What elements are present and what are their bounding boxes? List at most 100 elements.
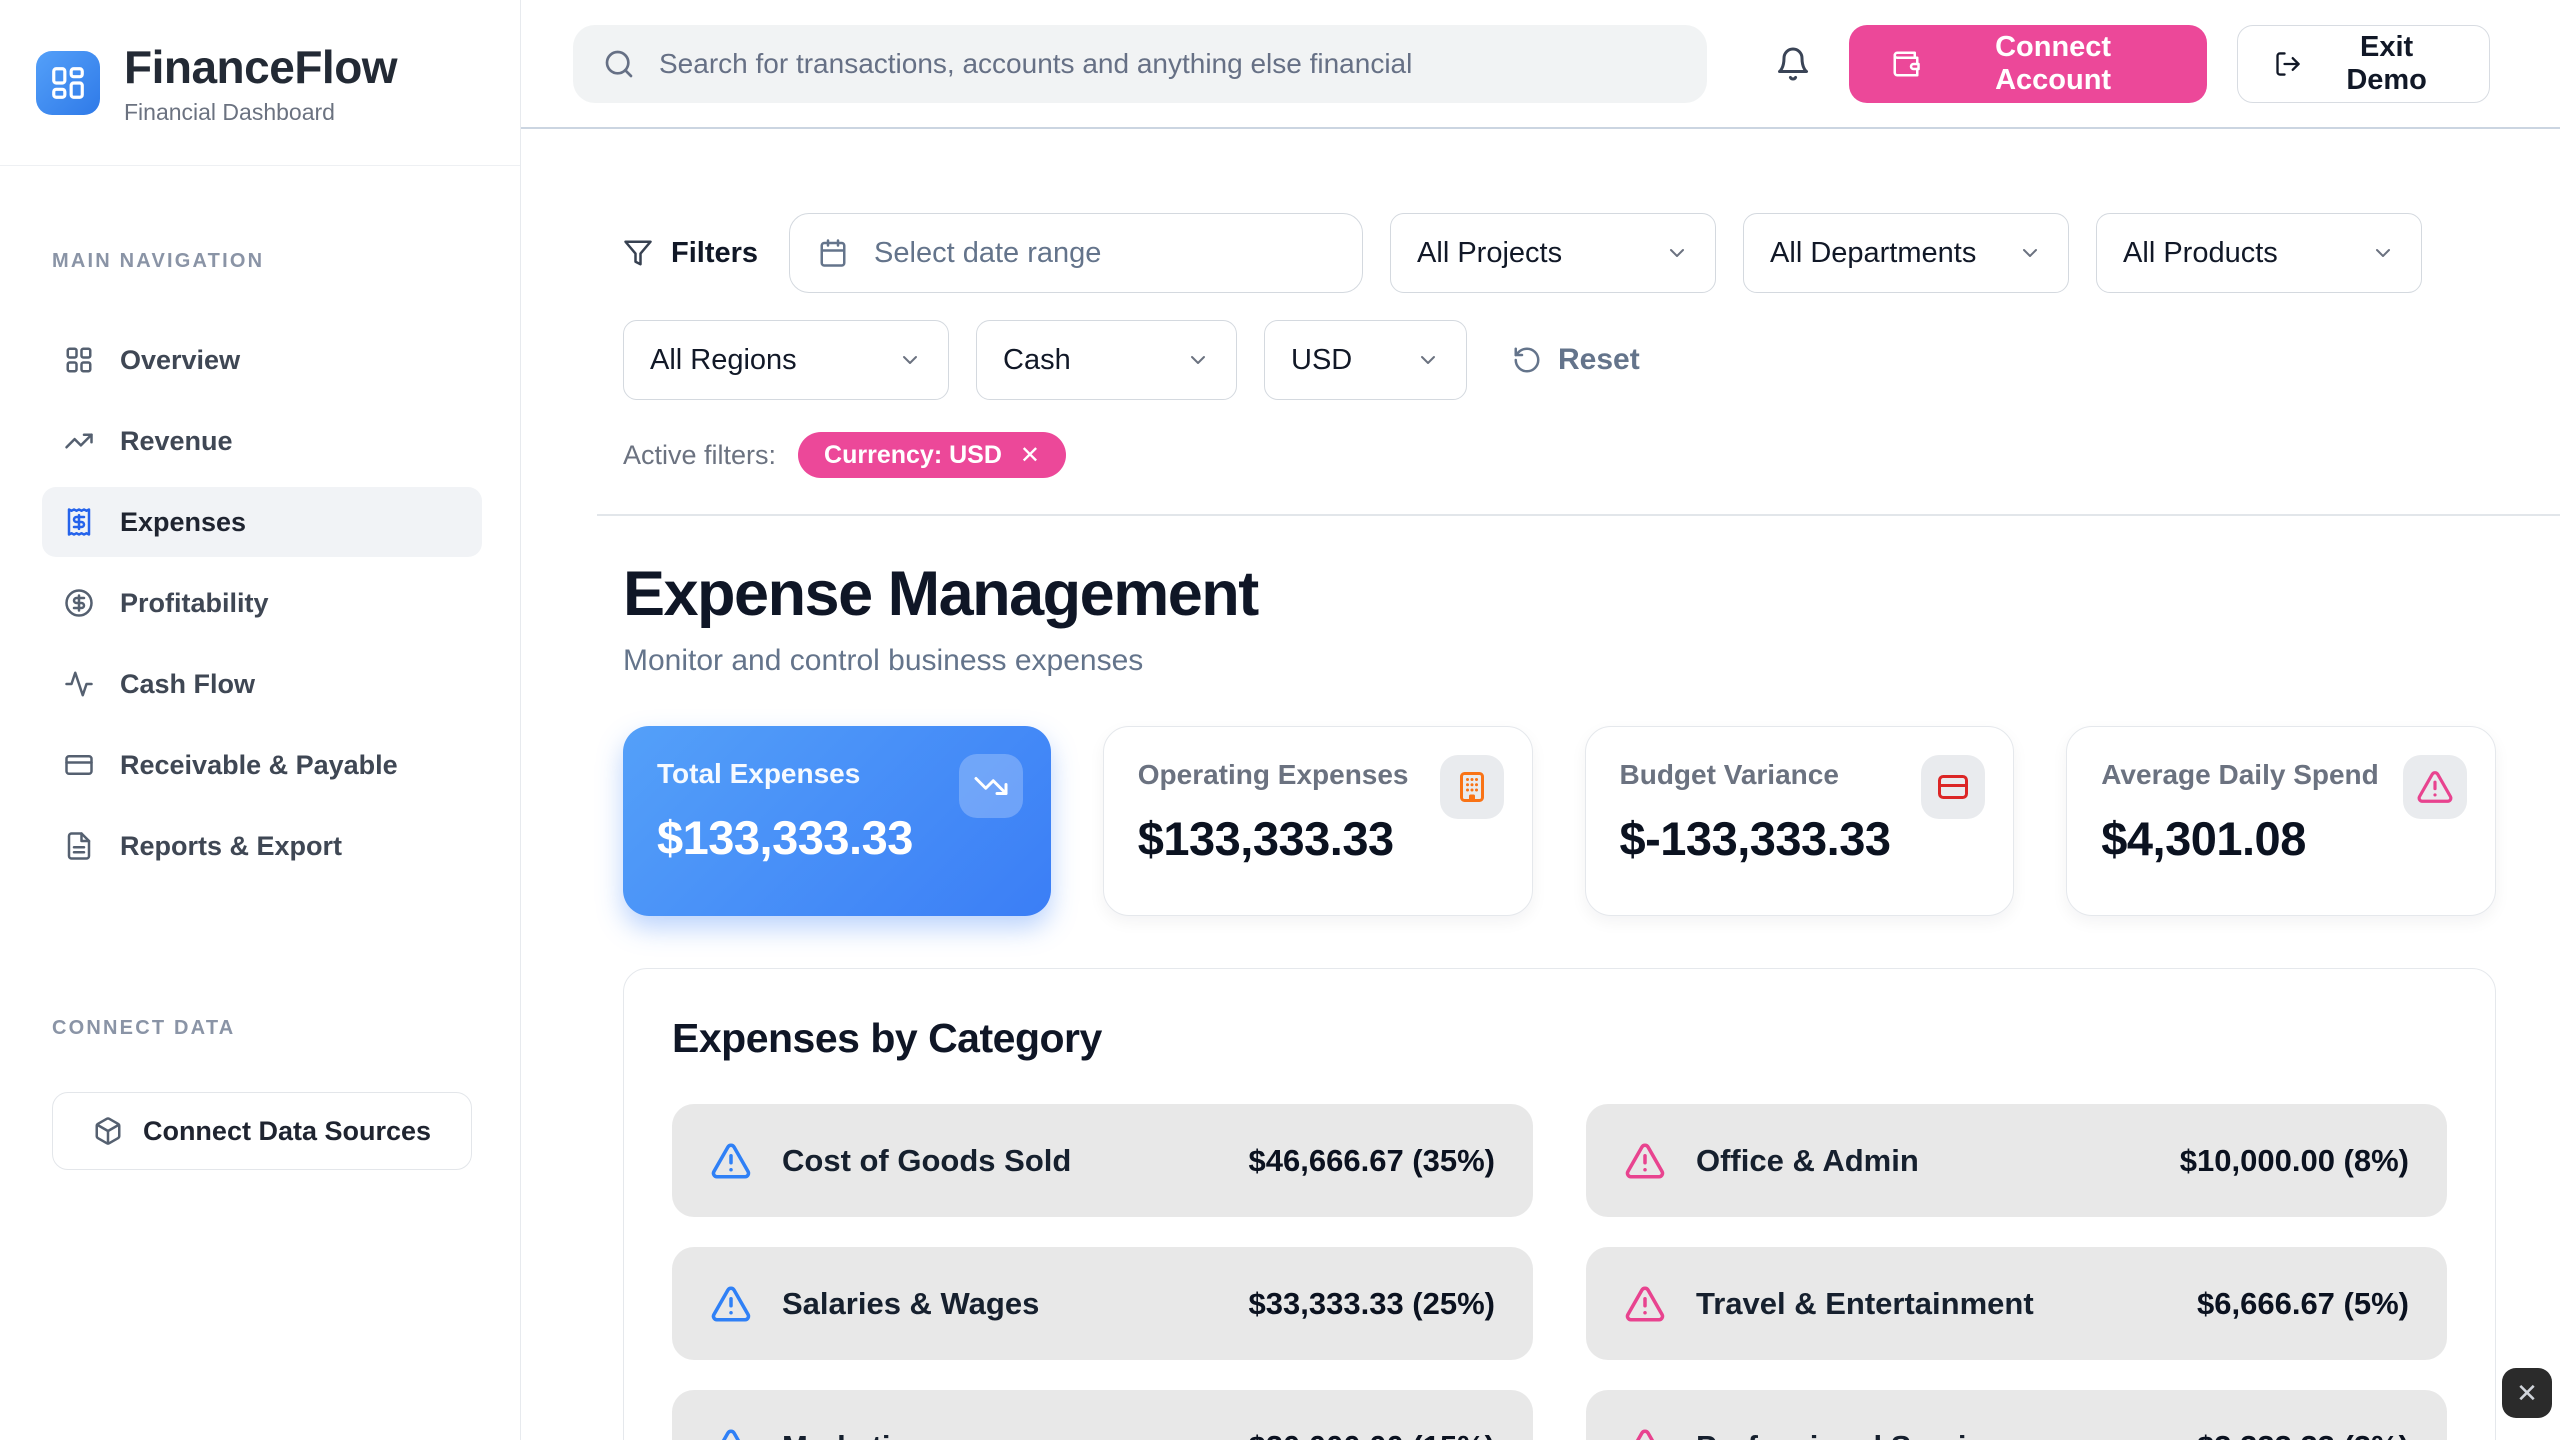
stat-cards: Total Expenses $133,333.33 Operating Exp…	[623, 726, 2496, 916]
global-search[interactable]	[573, 25, 1707, 103]
chevron-down-icon	[898, 348, 922, 372]
products-select-value: All Products	[2123, 237, 2278, 270]
category-name: Cost of Goods Sold	[782, 1143, 1219, 1179]
projects-select[interactable]: All Projects	[1390, 213, 1716, 293]
exit-demo-button[interactable]: Exit Demo	[2237, 25, 2490, 103]
cube-icon	[93, 1116, 123, 1146]
departments-select[interactable]: All Departments	[1743, 213, 2069, 293]
alert-triangle-icon	[710, 1140, 752, 1182]
stat-card-average-daily-spend[interactable]: Average Daily Spend $4,301.08	[2066, 726, 2496, 916]
page-header: Expense Management Monitor and control b…	[623, 558, 2496, 678]
activity-icon	[64, 669, 94, 699]
sidebar-item-label: Receivable & Payable	[120, 750, 398, 781]
category-value: $33,333.33 (25%)	[1249, 1286, 1495, 1322]
sidebar-item-label: Expenses	[120, 507, 246, 538]
rotate-ccw-icon	[1512, 345, 1542, 375]
wallet-icon	[1891, 48, 1921, 80]
close-overlay-button[interactable]: ✕	[2502, 1368, 2552, 1418]
dollar-circle-icon	[64, 588, 94, 618]
currency-select-value: USD	[1291, 344, 1352, 377]
stat-icon-badge	[2403, 755, 2467, 819]
sidebar-item-cash-flow[interactable]: Cash Flow	[42, 649, 482, 719]
layout-grid-icon	[64, 345, 94, 375]
sidebar-item-expenses[interactable]: Expenses	[42, 487, 482, 557]
app-root: FinanceFlow Financial Dashboard MAIN NAV…	[0, 0, 2560, 1440]
category-row-office-admin[interactable]: Office & Admin $10,000.00 (8%)	[1586, 1104, 2447, 1217]
stat-icon-badge	[1921, 755, 1985, 819]
chevron-down-icon	[1665, 241, 1689, 265]
brand-tagline: Financial Dashboard	[124, 99, 397, 126]
stat-card-budget-variance[interactable]: Budget Variance $-133,333.33	[1585, 726, 2015, 916]
payment-method-value: Cash	[1003, 344, 1071, 377]
alert-triangle-icon	[1624, 1140, 1666, 1182]
alert-triangle-icon	[2416, 768, 2454, 806]
filters-label: Filters	[623, 237, 758, 270]
chevron-down-icon	[2371, 241, 2395, 265]
building-icon	[1454, 769, 1490, 805]
logout-icon	[2274, 49, 2302, 79]
category-row-cost-of-goods-sold[interactable]: Cost of Goods Sold $46,666.67 (35%)	[672, 1104, 1533, 1217]
category-value: $10,000.00 (8%)	[2180, 1143, 2409, 1179]
sidebar-item-label: Cash Flow	[120, 669, 255, 700]
regions-select-value: All Regions	[650, 344, 797, 377]
app-logo	[36, 51, 100, 115]
category-name: Travel & Entertainment	[1696, 1286, 2167, 1322]
stat-value: $133,333.33	[657, 810, 1017, 865]
category-row-professional-services[interactable]: Professional Services $3,333.33 (3%)	[1586, 1390, 2447, 1440]
connect-account-button[interactable]: Connect Account	[1849, 25, 2207, 103]
credit-card-icon	[64, 750, 94, 780]
connect-section-label: CONNECT DATA	[42, 1017, 482, 1040]
stat-value: $133,333.33	[1138, 811, 1498, 866]
trending-up-icon	[64, 426, 94, 456]
category-row-salaries-wages[interactable]: Salaries & Wages $33,333.33 (25%)	[672, 1247, 1533, 1360]
stat-card-total-expenses[interactable]: Total Expenses $133,333.33	[623, 726, 1051, 916]
sidebar-item-revenue[interactable]: Revenue	[42, 406, 482, 476]
stat-value: $-133,333.33	[1620, 811, 1980, 866]
search-icon	[603, 48, 635, 80]
alert-triangle-icon	[710, 1283, 752, 1325]
funnel-icon	[623, 238, 653, 268]
stat-value: $4,301.08	[2101, 811, 2461, 866]
sidebar-item-receivable-payable[interactable]: Receivable & Payable	[42, 730, 482, 800]
search-input[interactable]	[659, 48, 1677, 80]
alert-triangle-icon	[1624, 1283, 1666, 1325]
products-select[interactable]: All Products	[2096, 213, 2422, 293]
notifications-button[interactable]	[1767, 38, 1819, 90]
reset-filters-button[interactable]: Reset	[1512, 343, 1640, 377]
category-value: $3,333.33 (3%)	[2197, 1429, 2409, 1440]
sidebar-item-label: Profitability	[120, 588, 269, 619]
date-range-placeholder: Select date range	[874, 237, 1101, 270]
connect-data-sources-button[interactable]: Connect Data Sources	[52, 1092, 472, 1170]
sidebar-item-label: Revenue	[120, 426, 233, 457]
category-row-marketing[interactable]: Marketing $20,000.00 (15%)	[672, 1390, 1533, 1440]
bell-icon	[1775, 46, 1811, 82]
sidebar-item-overview[interactable]: Overview	[42, 325, 482, 395]
panel-title: Expenses by Category	[672, 1015, 2447, 1062]
sidebar: FinanceFlow Financial Dashboard MAIN NAV…	[0, 0, 521, 1440]
filters-row-2: All Regions Cash USD	[623, 320, 2496, 400]
trending-down-icon	[973, 768, 1009, 804]
main-area: Connect Account Exit Demo Filters	[521, 0, 2560, 1440]
sidebar-item-label: Reports & Export	[120, 831, 342, 862]
file-text-icon	[64, 831, 94, 861]
category-row-travel-entertainment[interactable]: Travel & Entertainment $6,666.67 (5%)	[1586, 1247, 2447, 1360]
filters-row-1: Filters Select date range All Projects A…	[623, 213, 2496, 293]
payment-method-select[interactable]: Cash	[976, 320, 1237, 400]
receipt-icon	[64, 507, 94, 537]
date-range-input[interactable]: Select date range	[789, 213, 1363, 293]
section-divider	[597, 514, 2560, 516]
stat-card-operating-expenses[interactable]: Operating Expenses $133,333.33	[1103, 726, 1533, 916]
sidebar-item-label: Overview	[120, 345, 240, 376]
regions-select[interactable]: All Regions	[623, 320, 949, 400]
currency-select[interactable]: USD	[1264, 320, 1467, 400]
sidebar-item-profitability[interactable]: Profitability	[42, 568, 482, 638]
sidebar-body: MAIN NAVIGATION Overview Revenue	[0, 166, 520, 1440]
chip-close-icon[interactable]: ✕	[1020, 441, 1040, 470]
brand-name: FinanceFlow	[124, 40, 397, 94]
active-filter-chip-currency[interactable]: Currency: USD ✕	[798, 432, 1066, 478]
active-filters-label: Active filters:	[623, 440, 776, 471]
credit-card-icon	[1935, 769, 1971, 805]
sidebar-item-reports-export[interactable]: Reports & Export	[42, 811, 482, 881]
projects-select-value: All Projects	[1417, 237, 1562, 270]
brand-text: FinanceFlow Financial Dashboard	[124, 40, 397, 126]
